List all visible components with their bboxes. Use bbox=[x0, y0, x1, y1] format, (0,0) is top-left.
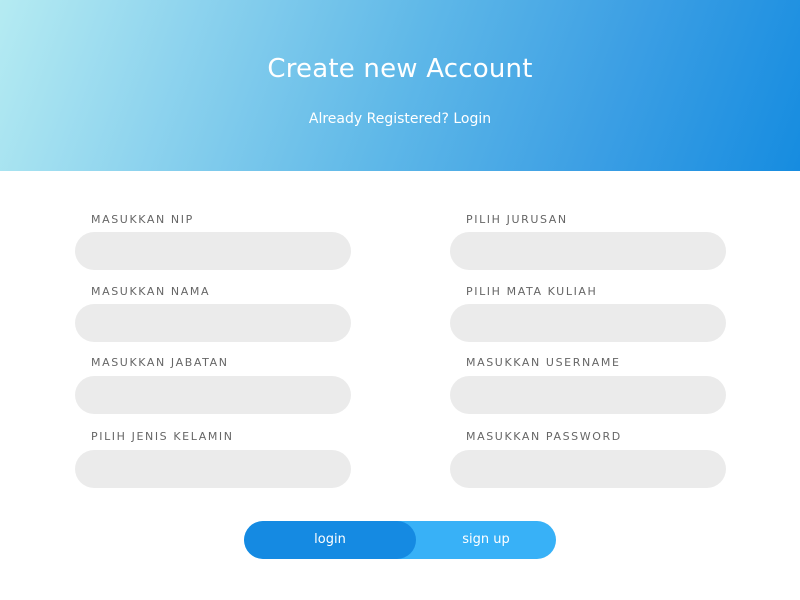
password-input[interactable] bbox=[450, 450, 726, 488]
password-label: MASUKKAN PASSWORD bbox=[466, 430, 622, 443]
login-signup-toggle: login sign up bbox=[244, 521, 556, 559]
jurusan-label: PILIH JURUSAN bbox=[466, 213, 568, 226]
jabatan-label: MASUKKAN JABATAN bbox=[91, 356, 229, 369]
mata-kuliah-label: PILIH MATA KULIAH bbox=[466, 285, 598, 298]
jabatan-input[interactable] bbox=[75, 376, 351, 414]
jurusan-input[interactable] bbox=[450, 232, 726, 270]
header-banner: Create new Account Already Registered? L… bbox=[0, 0, 800, 171]
already-registered-label: Already Registered? bbox=[308, 111, 454, 127]
login-button[interactable]: login bbox=[244, 521, 416, 559]
signup-button[interactable]: sign up bbox=[416, 521, 556, 559]
nip-input[interactable] bbox=[75, 232, 351, 270]
login-link[interactable]: Login bbox=[453, 111, 491, 127]
nama-label: MASUKKAN NAMA bbox=[91, 285, 211, 298]
page-title: Create new Account bbox=[267, 54, 533, 84]
jenis-kelamin-label: PILIH JENIS KELAMIN bbox=[91, 430, 234, 443]
already-registered-text: Already Registered? Login bbox=[0, 111, 800, 127]
jenis-kelamin-input[interactable] bbox=[75, 450, 351, 488]
username-label: MASUKKAN USERNAME bbox=[466, 356, 621, 369]
nama-input[interactable] bbox=[75, 304, 351, 342]
mata-kuliah-input[interactable] bbox=[450, 304, 726, 342]
username-input[interactable] bbox=[450, 376, 726, 414]
nip-label: MASUKKAN NIP bbox=[91, 213, 194, 226]
